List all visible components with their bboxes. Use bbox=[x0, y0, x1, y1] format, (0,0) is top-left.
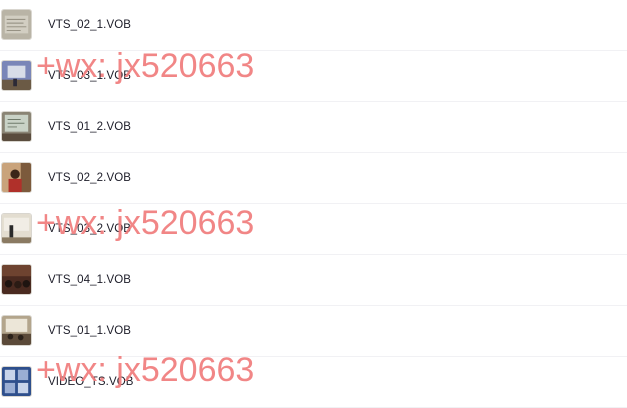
file-row[interactable]: VTS_03_2.VOB bbox=[0, 204, 627, 255]
file-row[interactable]: VIDEO_TS.VOB bbox=[0, 357, 627, 408]
file-row[interactable]: VTS_01_2.VOB bbox=[0, 102, 627, 153]
video-thumbnail bbox=[1, 264, 32, 295]
file-row[interactable]: VTS_02_2.VOB bbox=[0, 153, 627, 204]
file-name: VTS_03_2.VOB bbox=[48, 223, 132, 235]
file-name: VTS_02_1.VOB bbox=[48, 19, 132, 31]
file-name: VIDEO_TS.VOB bbox=[48, 376, 134, 388]
video-thumbnail bbox=[1, 366, 32, 397]
video-thumbnail bbox=[1, 162, 32, 193]
file-name: VTS_02_2.VOB bbox=[48, 172, 132, 184]
file-name: VTS_04_1.VOB bbox=[48, 274, 132, 286]
file-row[interactable]: VTS_01_1.VOB bbox=[0, 306, 627, 357]
file-row[interactable]: VTS_04_1.VOB bbox=[0, 255, 627, 306]
video-thumbnail bbox=[1, 315, 32, 346]
video-thumbnail bbox=[1, 9, 32, 40]
file-row[interactable]: VTS_02_1.VOB bbox=[0, 0, 627, 51]
video-thumbnail bbox=[1, 213, 32, 244]
file-row[interactable]: VTS_03_1.VOB bbox=[0, 51, 627, 102]
file-list: VTS_02_1.VOB VTS_03_1.VOB VTS_01_2.VOB V… bbox=[0, 0, 627, 408]
video-thumbnail bbox=[1, 111, 32, 142]
file-name: VTS_01_2.VOB bbox=[48, 121, 132, 133]
file-name: VTS_01_1.VOB bbox=[48, 325, 132, 337]
video-thumbnail bbox=[1, 60, 32, 91]
file-name: VTS_03_1.VOB bbox=[48, 70, 132, 82]
